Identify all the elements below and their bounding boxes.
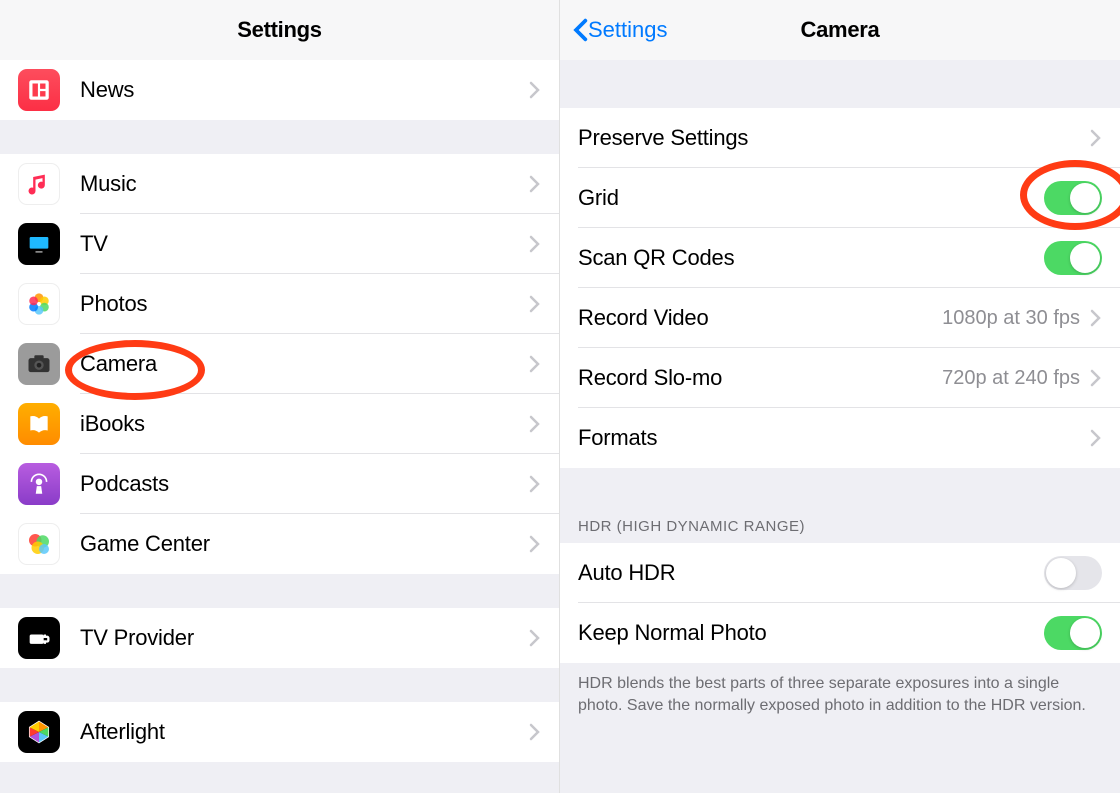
record-video-value: 1080p at 30 fps bbox=[942, 307, 1080, 330]
back-label: Settings bbox=[588, 17, 668, 43]
chevron-right-icon bbox=[1090, 429, 1102, 447]
hdr-footer-note: HDR blends the best parts of three separ… bbox=[560, 663, 1120, 726]
scan-qr-toggle[interactable] bbox=[1044, 241, 1102, 275]
row-formats[interactable]: Formats bbox=[560, 408, 1120, 468]
chevron-right-icon bbox=[529, 629, 541, 647]
settings-group-afterlight: Afterlight bbox=[0, 702, 559, 762]
row-tvprovider-label: TV Provider bbox=[80, 625, 529, 651]
row-news-label: News bbox=[80, 77, 529, 103]
ibooks-icon bbox=[18, 403, 60, 445]
keep-normal-photo-toggle[interactable] bbox=[1044, 616, 1102, 650]
row-ibooks-label: iBooks bbox=[80, 411, 529, 437]
settings-title: Settings bbox=[237, 17, 321, 43]
row-keep-normal-photo[interactable]: Keep Normal Photo bbox=[560, 603, 1120, 663]
formats-label: Formats bbox=[578, 425, 1090, 451]
back-button[interactable]: Settings bbox=[572, 17, 668, 43]
row-preserve-settings[interactable]: Preserve Settings bbox=[560, 108, 1120, 168]
grid-label: Grid bbox=[578, 185, 1044, 211]
chevron-right-icon bbox=[529, 723, 541, 741]
music-icon bbox=[18, 163, 60, 205]
chevron-right-icon bbox=[529, 175, 541, 193]
tv-icon bbox=[18, 223, 60, 265]
record-video-label: Record Video bbox=[578, 305, 942, 331]
record-slomo-label: Record Slo-mo bbox=[578, 365, 942, 391]
row-tv[interactable]: TV bbox=[0, 214, 559, 274]
camera-group-hdr: Auto HDR Keep Normal Photo bbox=[560, 543, 1120, 663]
settings-header: Settings bbox=[0, 0, 559, 60]
row-record-slomo[interactable]: Record Slo-mo 720p at 240 fps bbox=[560, 348, 1120, 408]
settings-pane: Settings News Music TV bbox=[0, 0, 560, 793]
scan-qr-label: Scan QR Codes bbox=[578, 245, 1044, 271]
row-gamecenter[interactable]: Game Center bbox=[0, 514, 559, 574]
preserve-settings-label: Preserve Settings bbox=[578, 125, 1090, 151]
chevron-right-icon bbox=[1090, 129, 1102, 147]
hdr-section-header: HDR (HIGH DYNAMIC RANGE) bbox=[560, 508, 1120, 543]
settings-group-tvprovider: TV Provider bbox=[0, 608, 559, 668]
auto-hdr-label: Auto HDR bbox=[578, 560, 1044, 586]
row-gamecenter-label: Game Center bbox=[80, 531, 529, 557]
photos-icon bbox=[18, 283, 60, 325]
camera-group-main: Preserve Settings Grid Scan QR Codes Rec… bbox=[560, 108, 1120, 468]
camera-title: Camera bbox=[801, 17, 880, 43]
chevron-right-icon bbox=[529, 415, 541, 433]
grid-toggle[interactable] bbox=[1044, 181, 1102, 215]
chevron-right-icon bbox=[1090, 309, 1102, 327]
afterlight-icon bbox=[18, 711, 60, 753]
gamecenter-icon bbox=[18, 523, 60, 565]
camera-pane: Settings Camera Preserve Settings Grid S… bbox=[560, 0, 1120, 793]
row-scan-qr[interactable]: Scan QR Codes bbox=[560, 228, 1120, 288]
row-music-label: Music bbox=[80, 171, 529, 197]
row-podcasts-label: Podcasts bbox=[80, 471, 529, 497]
row-news[interactable]: News bbox=[0, 60, 559, 120]
row-record-video[interactable]: Record Video 1080p at 30 fps bbox=[560, 288, 1120, 348]
row-music[interactable]: Music bbox=[0, 154, 559, 214]
chevron-right-icon bbox=[529, 235, 541, 253]
row-ibooks[interactable]: iBooks bbox=[0, 394, 559, 454]
row-tv-label: TV bbox=[80, 231, 529, 257]
settings-group-news: News bbox=[0, 60, 559, 120]
news-icon bbox=[18, 69, 60, 111]
camera-icon bbox=[18, 343, 60, 385]
keep-normal-photo-label: Keep Normal Photo bbox=[578, 620, 1044, 646]
tvprovider-icon bbox=[18, 617, 60, 659]
chevron-left-icon bbox=[572, 18, 588, 42]
row-camera-label: Camera bbox=[80, 351, 529, 377]
row-photos-label: Photos bbox=[80, 291, 529, 317]
row-afterlight-label: Afterlight bbox=[80, 719, 529, 745]
row-photos[interactable]: Photos bbox=[0, 274, 559, 334]
chevron-right-icon bbox=[1090, 369, 1102, 387]
row-camera[interactable]: Camera bbox=[0, 334, 559, 394]
chevron-right-icon bbox=[529, 535, 541, 553]
row-podcasts[interactable]: Podcasts bbox=[0, 454, 559, 514]
chevron-right-icon bbox=[529, 81, 541, 99]
chevron-right-icon bbox=[529, 295, 541, 313]
podcasts-icon bbox=[18, 463, 60, 505]
camera-header: Settings Camera bbox=[560, 0, 1120, 60]
chevron-right-icon bbox=[529, 355, 541, 373]
row-grid[interactable]: Grid bbox=[560, 168, 1120, 228]
record-slomo-value: 720p at 240 fps bbox=[942, 367, 1080, 390]
chevron-right-icon bbox=[529, 475, 541, 493]
row-afterlight[interactable]: Afterlight bbox=[0, 702, 559, 762]
auto-hdr-toggle[interactable] bbox=[1044, 556, 1102, 590]
settings-group-media: Music TV Photos Camera bbox=[0, 154, 559, 574]
row-auto-hdr[interactable]: Auto HDR bbox=[560, 543, 1120, 603]
row-tvprovider[interactable]: TV Provider bbox=[0, 608, 559, 668]
